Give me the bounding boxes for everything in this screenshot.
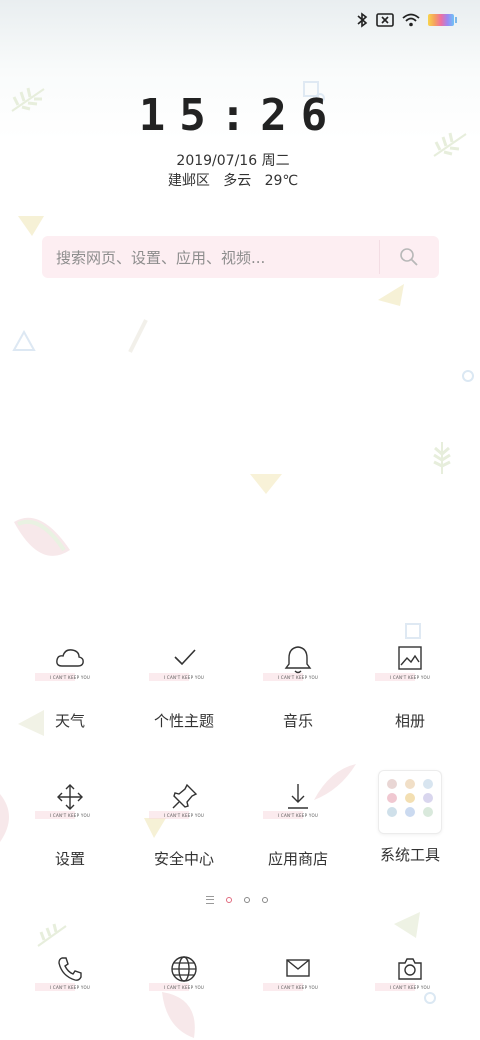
app-label: 天气 (54, 712, 85, 730)
triangle-decoration (250, 474, 282, 494)
clock-time: 15:26 (138, 90, 342, 141)
page-dot-active[interactable] (226, 897, 232, 903)
app-settings[interactable]: I CAN'T KEEP YOU 设置 (10, 782, 130, 869)
move-arrows-icon (57, 784, 83, 810)
dock-messages[interactable]: I CAN'T KEEP YOU (238, 954, 358, 1000)
app-gallery[interactable]: I CAN'T KEEP YOU 相册 (350, 644, 470, 731)
music-note-decoration (405, 623, 421, 639)
page-dot[interactable] (244, 897, 250, 903)
leaf-decoration (37, 923, 67, 947)
search-input[interactable]: 搜索网页、设置、应用、视频... (56, 247, 265, 268)
app-tagline: I CAN'T KEEP YOU (149, 811, 217, 819)
app-tagline: I CAN'T KEEP YOU (149, 673, 217, 681)
app-themes[interactable]: I CAN'T KEEP YOU 个性主题 (124, 644, 244, 731)
search-icon[interactable] (399, 247, 419, 267)
dock-phone[interactable]: I CAN'T KEEP YOU (10, 954, 130, 1000)
triangle-decoration (18, 216, 44, 236)
check-icon (174, 649, 196, 666)
page-indicator[interactable] (206, 896, 268, 904)
search-bar[interactable]: 搜索网页、设置、应用、视频... (42, 236, 439, 278)
search-divider (379, 240, 380, 274)
gallery-icon (398, 646, 422, 670)
phone-icon (58, 957, 82, 981)
app-label: 音乐 (282, 712, 313, 730)
bell-icon (284, 646, 312, 674)
app-tagline: I CAN'T KEEP YOU (35, 673, 103, 681)
location-text: 建邺区 (167, 173, 210, 189)
pin-icon (172, 783, 198, 809)
app-tagline: I CAN'T KEEP YOU (375, 983, 443, 991)
app-tagline: I CAN'T KEEP YOU (35, 983, 103, 991)
sim-no-signal-icon (376, 13, 394, 27)
app-tagline: I CAN'T KEEP YOU (263, 811, 331, 819)
app-security-center[interactable]: I CAN'T KEEP YOU 安全中心 (124, 782, 244, 869)
watermelon-decoration (14, 517, 70, 556)
app-tagline: I CAN'T KEEP YOU (149, 983, 217, 991)
app-label: 安全中心 (153, 850, 214, 868)
status-bar (0, 0, 480, 40)
battery-icon (428, 14, 457, 26)
app-weather[interactable]: I CAN'T KEEP YOU 天气 (10, 644, 130, 731)
weather-condition: 多云 (223, 173, 252, 189)
app-tagline: I CAN'T KEEP YOU (375, 673, 443, 681)
dock-camera[interactable]: I CAN'T KEEP YOU (350, 954, 470, 1000)
app-tagline: I CAN'T KEEP YOU (263, 673, 331, 681)
wifi-icon (402, 13, 420, 27)
app-label: 相册 (394, 712, 425, 730)
app-label: 系统工具 (379, 846, 440, 864)
app-folder-system-tools[interactable]: 系统工具 (350, 770, 470, 865)
app-store[interactable]: I CAN'T KEEP YOU 应用商店 (238, 782, 358, 869)
app-tagline: I CAN'T KEEP YOU (35, 811, 103, 819)
date-text: 2019/07/16 周二 (176, 153, 290, 169)
dock-browser[interactable]: I CAN'T KEEP YOU (124, 954, 244, 1000)
cloud-icon (56, 649, 84, 667)
app-label: 应用商店 (267, 850, 328, 868)
folder-grid-icon (378, 770, 442, 834)
app-label: 设置 (54, 850, 85, 868)
app-label: 个性主题 (153, 712, 214, 730)
triangle-decoration (12, 330, 36, 351)
camera-icon (398, 958, 422, 980)
triangle-decoration (394, 912, 420, 938)
temperature-text: 29℃ (264, 173, 299, 189)
page-list-icon[interactable] (206, 896, 214, 904)
app-tagline: I CAN'T KEEP YOU (263, 983, 331, 991)
globe-icon (171, 956, 197, 982)
app-music[interactable]: I CAN'T KEEP YOU 音乐 (238, 644, 358, 731)
mail-icon (286, 959, 310, 977)
download-icon (288, 784, 308, 809)
weather-summary[interactable]: 建邺区 多云 29℃ (0, 170, 466, 190)
feather-decoration (128, 319, 148, 353)
circle-decoration (462, 370, 474, 382)
triangle-decoration (378, 284, 404, 306)
leaf-decoration (433, 442, 451, 474)
bluetooth-icon (357, 12, 368, 28)
page-dot[interactable] (262, 897, 268, 903)
